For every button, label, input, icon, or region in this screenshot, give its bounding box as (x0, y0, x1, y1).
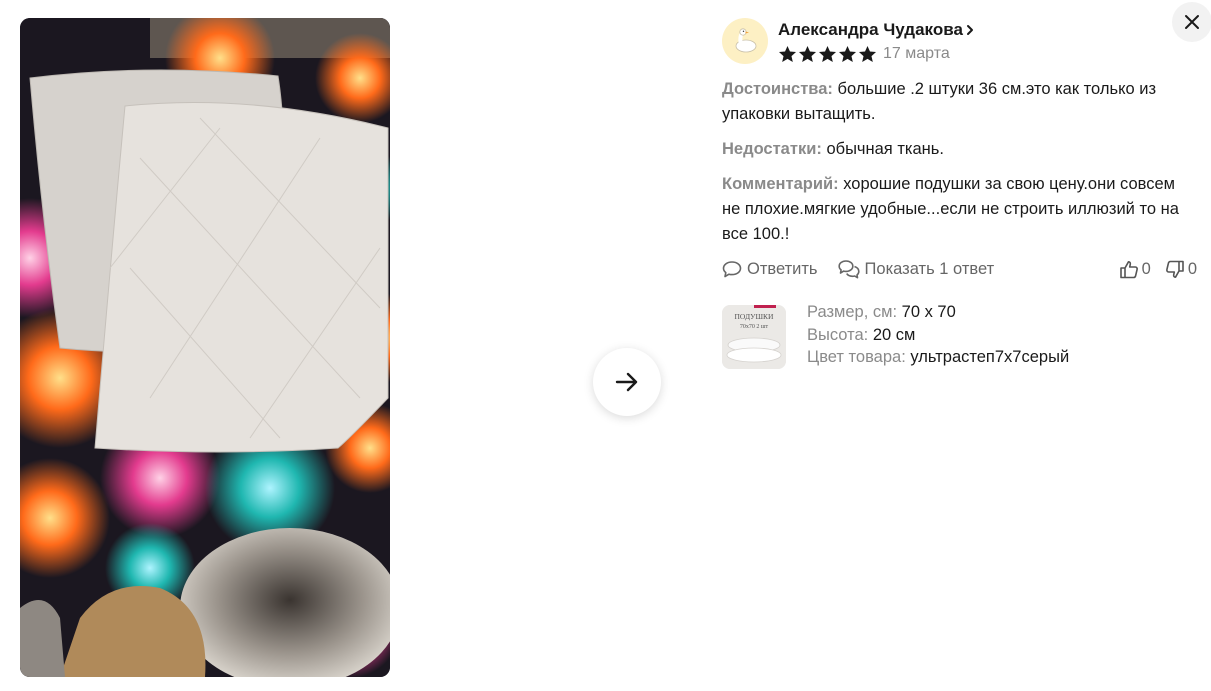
like-count: 0 (1141, 259, 1151, 278)
size-value: 70 х 70 (901, 303, 956, 321)
dislike-count: 0 (1187, 259, 1197, 278)
color-label: Цвет товара: (807, 348, 906, 366)
star-icon (838, 45, 857, 62)
product-properties: Размер, см: 70 х 70 Высота: 20 см Цвет т… (807, 301, 1069, 369)
pros-section: Достоинства: большие .2 штуки 36 см.это … (722, 77, 1197, 127)
thumbnail-subtitle: 70х70 2 шт (740, 324, 769, 330)
comments-icon (837, 260, 860, 279)
cons-section: Недостатки: обычная ткань. (722, 137, 1197, 162)
like-button[interactable]: 0 (1119, 260, 1151, 279)
show-replies-button[interactable]: Показать 1 ответ (837, 259, 995, 279)
thumb-down-icon (1165, 260, 1184, 278)
thumbnail-title: ПОДУШКИ (735, 312, 775, 321)
comment-label: Комментарий: (722, 175, 839, 193)
cons-text: обычная ткань. (826, 140, 944, 158)
star-icon (818, 45, 837, 62)
cons-label: Недостатки: (722, 140, 822, 158)
goose-avatar-icon (735, 28, 757, 53)
comment-section: Комментарий: хорошие подушки за свою цен… (722, 172, 1197, 247)
reply-label: Ответить (747, 259, 818, 278)
star-icon (778, 45, 797, 62)
reply-button[interactable]: Ответить (722, 260, 818, 279)
arrow-right-icon (615, 372, 638, 392)
review-date: 17 марта (883, 44, 950, 62)
pros-label: Достоинства: (722, 80, 833, 98)
comment-icon (722, 261, 742, 278)
height-value: 20 см (872, 325, 916, 344)
height-row: Высота: 20 см (807, 324, 1069, 347)
dislike-button[interactable]: 0 (1165, 260, 1197, 279)
star-rating (778, 45, 877, 63)
product-info: ПОДУШКИ 70х70 2 шт Размер, см: 70 х 70 В… (722, 303, 1197, 369)
review-actions: Ответить Показать 1 ответ 0 0 (722, 259, 1197, 279)
thumb-up-icon (1119, 260, 1138, 278)
color-value: ультрастеп7х7серый (910, 348, 1070, 366)
product-thumbnail[interactable]: ПОДУШКИ 70х70 2 шт (722, 305, 786, 369)
avatar[interactable] (722, 18, 768, 64)
review-photo-image (20, 18, 390, 677)
review-card: Александра Чудакова 17 марта Достоинства… (722, 18, 1197, 369)
author-row: Александра Чудакова 17 марта (722, 18, 1197, 64)
chevron-right-icon (966, 24, 973, 35)
color-row: Цвет товара: ультрастеп7х7серый (807, 346, 1069, 369)
show-replies-label: Показать 1 ответ (864, 259, 995, 278)
star-icon (798, 45, 817, 62)
author-name: Александра Чудакова (778, 19, 963, 39)
rating-row: 17 марта (778, 45, 975, 63)
size-label: Размер, см: (807, 303, 898, 321)
height-label: Высота: (807, 325, 869, 344)
votes: 0 0 (1119, 260, 1197, 279)
product-thumbnail-image: ПОДУШКИ 70х70 2 шт (722, 305, 786, 369)
review-photo[interactable] (20, 18, 390, 677)
next-photo-button[interactable] (593, 348, 661, 416)
author-name-link[interactable]: Александра Чудакова (778, 20, 975, 40)
star-icon (858, 45, 877, 62)
size-row: Размер, см: 70 х 70 (807, 301, 1069, 324)
